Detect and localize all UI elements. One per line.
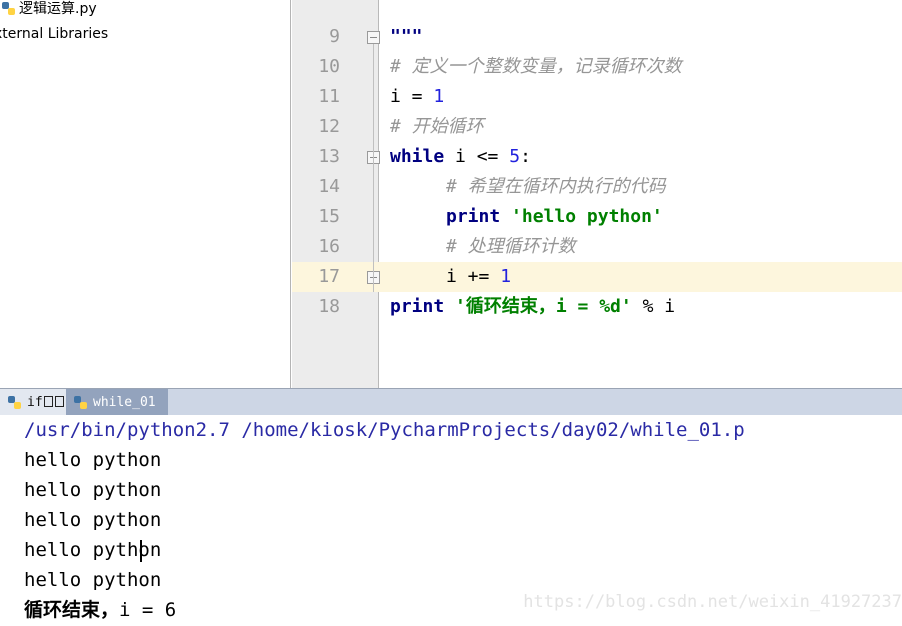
code-line[interactable]: print 'hello python' [446,202,663,232]
code-token: 5 [509,146,520,167]
code-line[interactable]: """ [390,22,423,52]
code-token: : [520,146,531,167]
code-token: 'hello python' [511,206,663,227]
console-output-line: hello python [24,445,161,475]
console-command-line: /usr/bin/python2.7 /home/kiosk/PycharmPr… [24,415,745,445]
line-number: 16 [292,232,380,262]
console-final-line: 循环结束，i = 6 [24,595,176,625]
code-token: print [446,206,500,227]
code-token [500,206,511,227]
code-line[interactable]: i = 1 [390,82,444,112]
code-token: # 定义一个整数变量，记录循环次数 [390,56,682,77]
fold-toggle-icon[interactable] [367,31,380,44]
line-number: 12 [292,112,380,142]
code-token: % i [632,296,675,317]
python-file-icon [74,396,87,409]
code-token: while [390,146,444,167]
code-token: i <= [444,146,509,167]
code-line[interactable]: # 定义一个整数变量，记录循环次数 [390,52,682,82]
python-file-icon [2,2,15,15]
line-number: 10 [292,52,380,82]
console-output-line: hello python [24,565,161,595]
code-token: # 希望在循环内执行的代码 [446,176,666,197]
top-zone: 逻辑运算.py xternal Libraries 9"""10# 定义一个整数… [0,0,902,388]
tree-item-external-libraries[interactable]: xternal Libraries [0,24,108,44]
line-number: 18 [292,292,380,322]
python-file-icon [8,396,21,409]
code-token: i += [446,266,500,287]
code-token: # 开始循环 [390,116,484,137]
tree-item-label: 逻辑运算.py [19,0,97,18]
code-line[interactable]: # 开始循环 [390,112,484,142]
code-line[interactable]: # 希望在循环内执行的代码 [446,172,666,202]
tree-item-python-file[interactable]: 逻辑运算.py [2,0,97,18]
code-token: 1 [500,266,511,287]
code-line[interactable]: print '循环结束，i = %d' % i [390,292,675,322]
code-line[interactable]: i += 1 [446,262,511,292]
tab-while-01[interactable]: while_01 [66,389,168,416]
code-token: """ [390,26,423,47]
run-tool-tabbar: if while_01 [0,388,902,415]
tree-item-label: xternal Libraries [0,26,108,42]
code-line[interactable]: # 处理循环计数 [446,232,576,262]
code-editor[interactable]: 9"""10# 定义一个整数变量，记录循环次数11i = 112# 开始循环13… [292,0,902,388]
watermark-text: https://blog.csdn.net/weixin_41927237 [523,592,902,612]
code-token: i = [390,86,433,107]
fold-guide-line [373,44,374,292]
code-token [444,296,455,317]
code-line[interactable]: while i <= 5: [390,142,531,172]
console-output-line: hello python [24,475,161,505]
console-output-line: hello python [24,505,161,535]
line-number: 14 [292,172,380,202]
tab-label: while_01 [93,395,156,410]
line-number: 15 [292,202,380,232]
line-number: 11 [292,82,380,112]
highlighted-line-background [292,262,902,292]
code-token: print [390,296,444,317]
code-token: '循环结束，i = %d' [455,296,632,317]
code-token: # 处理循环计数 [446,236,576,257]
text-caret [140,540,142,562]
code-token: 1 [433,86,444,107]
pycharm-window: 逻辑运算.py xternal Libraries 9"""10# 定义一个整数… [0,0,902,626]
project-tree-panel: 逻辑运算.py xternal Libraries [0,0,291,388]
